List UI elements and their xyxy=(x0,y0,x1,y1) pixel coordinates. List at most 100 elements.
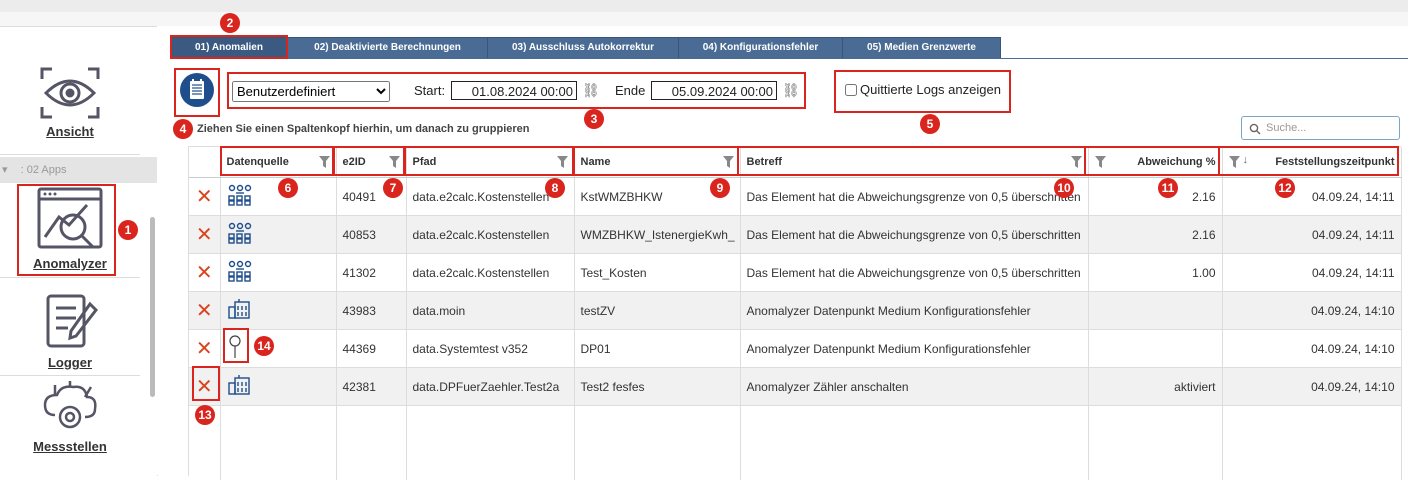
delete-button[interactable]: ✕ xyxy=(189,253,221,292)
cell-e2id: 41302 xyxy=(336,253,407,292)
group-label: : 02 Apps xyxy=(20,164,67,176)
table-row[interactable]: ✕ 40853 data.e2calc.Kostenstellen WMZBHKW_I… xyxy=(189,215,1402,254)
header-label: Feststellungszeitpunkt xyxy=(1275,156,1395,168)
cell-abweichung: 2.16 xyxy=(1088,177,1223,216)
header-datenquelle[interactable]: Datenquelle xyxy=(220,147,337,178)
annotation-badge: 14 xyxy=(254,336,274,356)
cell-name: Test2 fesfes xyxy=(574,367,741,406)
annotation-badge: 13 xyxy=(195,405,215,425)
sidebar-item-logger[interactable]: Logger xyxy=(0,292,140,370)
delete-button[interactable]: ✕ xyxy=(189,215,221,254)
tab-medien-grenzwerte[interactable]: 05) Medien Grenzwerte xyxy=(842,37,1001,59)
annotation-badge: 7 xyxy=(383,178,403,198)
cell-name: Test_Kosten xyxy=(574,253,741,292)
close-icon[interactable]: ✕ xyxy=(196,376,213,398)
cell-pfad: data.e2calc.Kostenstellen xyxy=(406,253,575,292)
tab-deaktivierte-berechnungen[interactable]: 02) Deaktivierte Berechnungen xyxy=(287,37,487,59)
header-betreff[interactable]: Betreff xyxy=(740,147,1089,178)
delete-button[interactable]: ✕ xyxy=(189,177,221,216)
tab-underline xyxy=(170,58,1408,59)
filter-icon[interactable] xyxy=(1094,156,1106,168)
delete-button[interactable]: ✕ xyxy=(189,329,221,368)
delete-button[interactable]: ✕ xyxy=(189,291,221,330)
tab-anomalien[interactable]: 01) Anomalien xyxy=(170,37,287,59)
search-input[interactable]: Suche... xyxy=(1241,116,1400,140)
cell-zeit: 04.09.24, 14:10 xyxy=(1222,291,1402,330)
close-icon[interactable]: ✕ xyxy=(196,186,213,208)
table-row[interactable]: ✕ 42381 data.DPFuerZaehler.Test2a Test2 fes… xyxy=(189,367,1402,406)
sidebar-item-label: Anomalyzer xyxy=(33,256,107,271)
filter-icon[interactable] xyxy=(318,156,330,168)
tab-ausschluss-autokorrektur[interactable]: 03) Ausschluss Autokorrektur xyxy=(487,37,678,59)
cell-zeit: 04.09.24, 14:11 xyxy=(1222,215,1402,254)
cell-e2id: 44369 xyxy=(336,329,407,368)
cell-pfad: data.moin xyxy=(406,291,575,330)
cell-zeit: 04.09.24, 14:10 xyxy=(1222,367,1402,406)
cell-zeit: 04.09.24, 14:10 xyxy=(1222,329,1402,368)
end-date-input[interactable]: 05.09.2024 00:00 xyxy=(651,81,777,100)
cell-abweichung: 1.00 xyxy=(1088,253,1223,292)
cell-abweichung xyxy=(1088,329,1223,368)
start-link-icon[interactable]: ⛓ xyxy=(582,82,600,99)
table-row[interactable]: ✕ 40491 data.e2calc.Kostenstellen KstWMZBHK… xyxy=(189,177,1402,216)
header-feststellungszeitpunkt[interactable]: ↓ Feststellungszeitpunkt xyxy=(1222,147,1402,178)
group-hint: Ziehen Sie einen Spaltenkopf hierhin, um… xyxy=(197,123,530,135)
search-icon xyxy=(1249,123,1261,135)
network-icon xyxy=(227,260,253,285)
cell-zeit: 04.09.24, 14:11 xyxy=(1222,177,1402,216)
sidebar-item-label: Messstellen xyxy=(33,439,107,454)
pin-icon xyxy=(227,335,243,363)
start-date-input[interactable]: 01.08.2024 00:00 xyxy=(451,81,577,100)
cell-pfad: data.Systemtest v352 xyxy=(406,329,575,368)
filter-icon[interactable] xyxy=(1228,156,1240,168)
table-row[interactable]: ✕ 44369 data.Systemtest v352 DP01 Anomalyzer… xyxy=(189,329,1402,368)
table-row[interactable]: ✕ 41302 data.e2calc.Kostenstellen Test_Kost… xyxy=(189,253,1402,292)
header-abweichung[interactable]: Abweichung % xyxy=(1088,147,1223,178)
header-name[interactable]: Name xyxy=(574,147,741,178)
annotation-badge: 3 xyxy=(584,109,604,129)
filter-icon[interactable] xyxy=(388,156,400,168)
cell-betreff: Anomalyzer Zähler anschalten xyxy=(740,367,1089,406)
filter-icon[interactable] xyxy=(722,156,734,168)
header-e2id[interactable]: e2ID xyxy=(336,147,407,178)
annotation-badge: 1 xyxy=(118,220,138,240)
calendar-icon xyxy=(190,79,204,99)
cell-e2id: 42381 xyxy=(336,367,407,406)
cell-datenquelle xyxy=(220,253,337,292)
close-icon[interactable]: ✕ xyxy=(196,262,213,284)
header-pfad[interactable]: Pfad xyxy=(406,147,575,178)
show-acknowledged-checkbox[interactable]: Quittierte Logs anzeigen xyxy=(845,82,1001,97)
header-label: Name xyxy=(580,156,611,168)
calendar-button[interactable] xyxy=(180,73,214,107)
filter-icon[interactable] xyxy=(556,156,568,168)
sidebar-item-label: Logger xyxy=(47,355,93,370)
close-icon[interactable]: ✕ xyxy=(196,300,213,322)
sidebar-item-ansicht[interactable]: Ansicht xyxy=(0,65,140,139)
sort-desc-icon[interactable]: ↓ xyxy=(1243,154,1249,166)
acknowledged-checkbox[interactable] xyxy=(845,83,857,96)
close-icon[interactable]: ✕ xyxy=(196,338,213,360)
anomaly-chart-icon xyxy=(37,187,103,249)
sidebar-group-header[interactable]: ▾ : 02 Apps xyxy=(0,157,157,183)
sidebar-scrollbar[interactable] xyxy=(150,217,155,397)
end-link-icon[interactable]: ⛓ xyxy=(782,82,800,99)
top-band-lower xyxy=(0,12,1408,26)
cell-e2id: 40853 xyxy=(336,215,407,254)
divider xyxy=(0,277,140,278)
period-select[interactable]: Benutzerdefiniert xyxy=(232,81,390,102)
cell-datenquelle xyxy=(220,291,337,330)
filter-icon[interactable] xyxy=(1070,156,1082,168)
delete-button[interactable]: ✕ xyxy=(189,367,221,406)
close-icon[interactable]: ✕ xyxy=(196,224,213,246)
cell-datenquelle xyxy=(220,367,337,406)
header-label: Abweichung % xyxy=(1137,156,1216,168)
tab-konfigurationsfehler[interactable]: 04) Konfigurationsfehler xyxy=(678,37,842,59)
search-placeholder: Suche... xyxy=(1266,122,1307,134)
annotation-badge: 10 xyxy=(1054,178,1074,198)
table-row[interactable]: ✕ 43983 data.moin testZV Anomalyzer Datenpun… xyxy=(189,291,1402,330)
annotation-badge: 5 xyxy=(920,114,940,134)
start-label: Start: xyxy=(414,83,446,98)
sidebar-item-messstellen[interactable]: Messstellen xyxy=(0,379,140,454)
annotation-badge: 4 xyxy=(173,119,193,139)
cell-name: WMZBHKW_IstenergieKwh_ xyxy=(574,215,741,254)
